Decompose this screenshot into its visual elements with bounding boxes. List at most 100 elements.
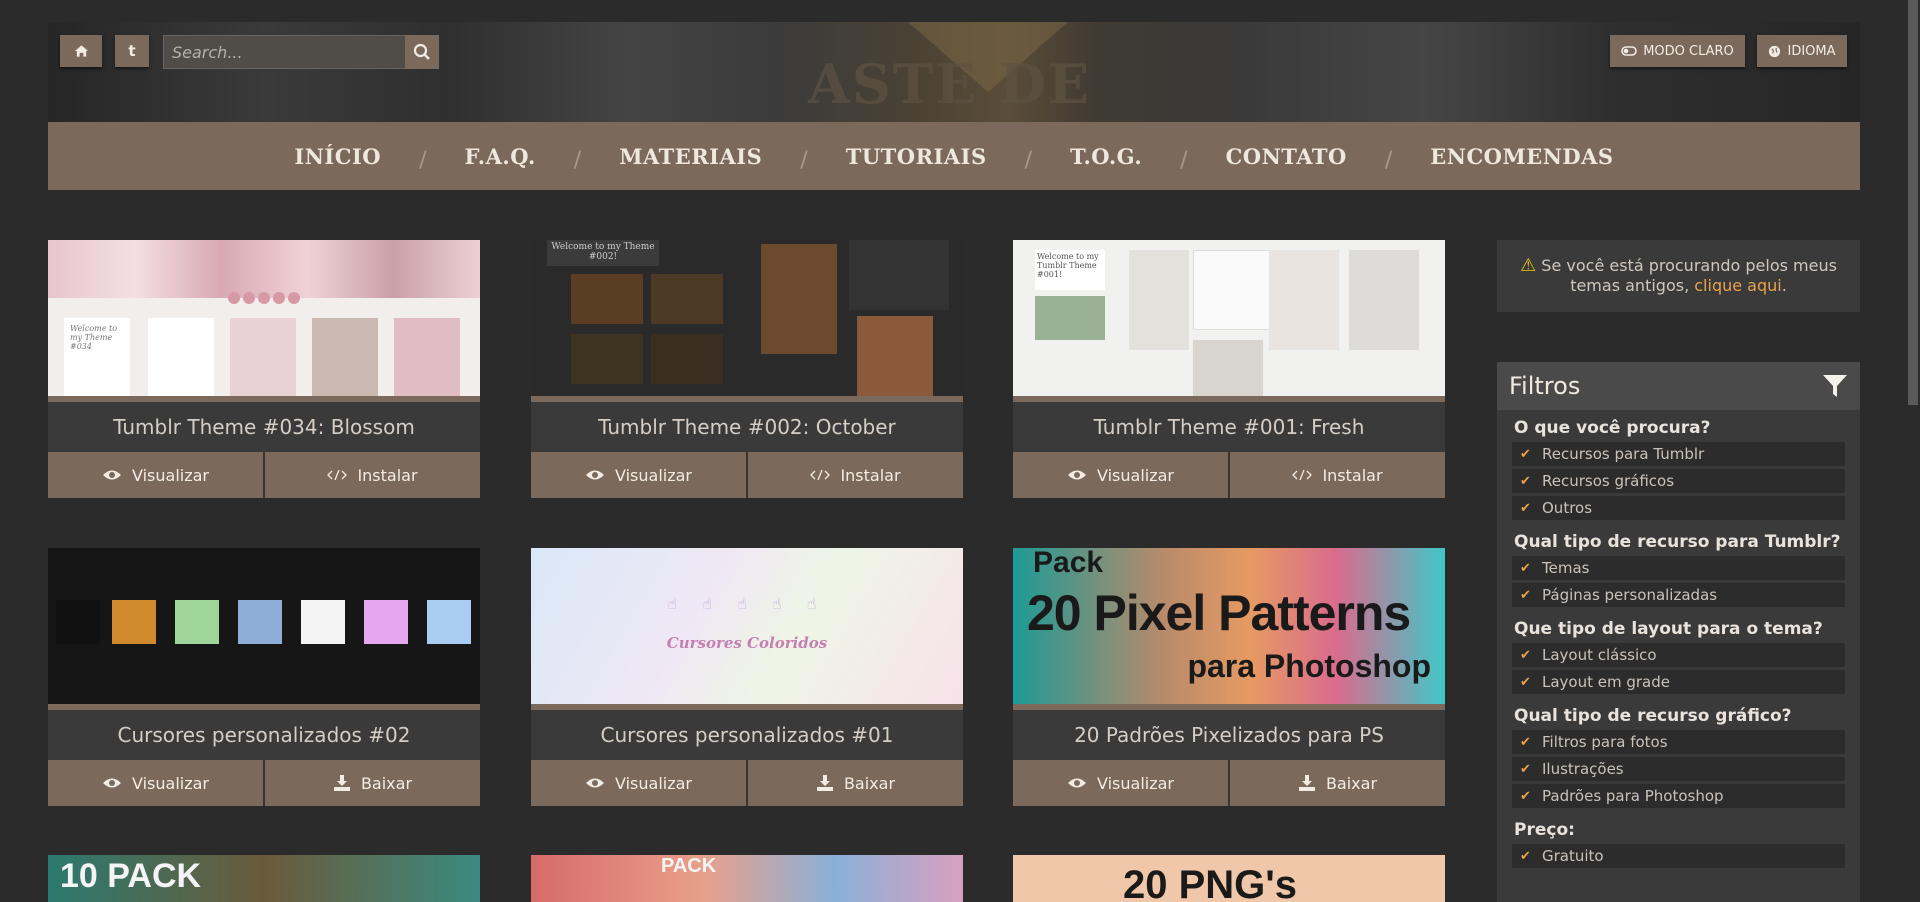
view-button[interactable]: Visualizar <box>531 760 746 806</box>
product-card: Cursores personalizados #02 Visualizar B… <box>48 548 480 806</box>
search-icon <box>413 43 430 60</box>
site-logo: ASTE DE <box>808 52 1092 116</box>
card-thumbnail[interactable] <box>48 548 480 710</box>
view-button[interactable]: Visualizar <box>531 452 746 498</box>
nav-item-tutoriais[interactable]: TUTORIAIS <box>846 144 987 169</box>
filter-option[interactable]: ✔ Gratuito <box>1512 844 1845 868</box>
download-button[interactable]: Baixar <box>746 760 963 806</box>
eye-icon <box>586 778 604 788</box>
filter-option[interactable]: ✔ Páginas personalizadas <box>1512 583 1845 607</box>
check-icon: ✔ <box>1520 647 1531 663</box>
check-icon: ✔ <box>1520 674 1531 690</box>
page-scrollbar[interactable] <box>1906 0 1920 902</box>
filter-option[interactable]: ✔ Recursos gráficos <box>1512 469 1845 493</box>
row3-title: 20 PNG's <box>1123 863 1298 902</box>
filter-group-title: Preço: <box>1514 820 1575 840</box>
card-title: 20 Padrões Pixelizados para PS <box>1013 710 1445 760</box>
row3-title: 10 PACK <box>60 857 202 895</box>
nav-item-encomendas[interactable]: ENCOMENDAS <box>1430 144 1613 169</box>
filters-panel: Filtros O que você procura? ✔ Recursos pa… <box>1497 362 1860 902</box>
main-nav: INÍCIO / F.A.Q. / MATERIAIS / TUTORIAIS … <box>48 122 1860 190</box>
eye-icon <box>103 470 121 480</box>
card-title: Tumblr Theme #034: Blossom <box>48 402 480 452</box>
filter-option[interactable]: ✔ Recursos para Tumblr <box>1512 442 1845 466</box>
old-themes-link[interactable]: clique aqui <box>1694 276 1781 295</box>
search-input[interactable] <box>164 36 408 68</box>
code-icon <box>1292 469 1313 481</box>
nav-separator: / <box>573 147 582 173</box>
filter-option[interactable]: ✔ Filtros para fotos <box>1512 730 1845 754</box>
view-label: Visualizar <box>1097 773 1174 793</box>
filter-option-label: Layout em grade <box>1542 673 1670 691</box>
view-label: Visualizar <box>132 465 209 485</box>
nav-separator: / <box>1024 147 1033 173</box>
nav-item-tog[interactable]: T.O.G. <box>1070 144 1142 169</box>
card-thumbnail[interactable]: Welcome to my Tumblr Theme #001! <box>1013 240 1445 402</box>
nav-item-contato[interactable]: CONTATO <box>1226 144 1347 169</box>
product-card: Welcome to my Tumblr Theme #001! Tumblr … <box>1013 240 1445 498</box>
product-card: Welcome to my Theme #002! Tumblr Theme #… <box>531 240 963 498</box>
light-mode-label: MODO CLARO <box>1643 43 1734 59</box>
filter-option[interactable]: ✔ Padrões para Photoshop <box>1512 784 1845 808</box>
card-thumbnail[interactable]: Pack 20 Pixel Patterns para Photoshop <box>1013 548 1445 710</box>
filter-option[interactable]: ✔ Ilustrações <box>1512 757 1845 781</box>
view-button[interactable]: Visualizar <box>48 760 263 806</box>
filter-option[interactable]: ✔ Outros <box>1512 496 1845 520</box>
product-card: Pack 20 Pixel Patterns para Photoshop 20… <box>1013 548 1445 806</box>
row3-title: PACK <box>661 855 717 877</box>
filter-option[interactable]: ✔ Temas <box>1512 556 1845 580</box>
warning-icon: ⚠ <box>1520 255 1537 276</box>
product-card[interactable]: 20 PNG's <box>1013 855 1445 902</box>
install-button[interactable]: Instalar <box>263 452 480 498</box>
install-button[interactable]: Instalar <box>746 452 963 498</box>
fresh-welcome: Welcome to my Tumblr Theme #001! <box>1035 250 1105 290</box>
language-button[interactable]: IDIOMA <box>1757 35 1847 67</box>
view-label: Visualizar <box>1097 465 1174 485</box>
view-button[interactable]: Visualizar <box>1013 452 1228 498</box>
filter-icon <box>1823 375 1847 397</box>
notice-text-wrap: ⚠ Se você está procurando pelos meus tem… <box>1511 256 1846 296</box>
patterns-title: 20 Pixel Patterns <box>1027 585 1411 641</box>
filter-option-label: Outros <box>1542 499 1593 517</box>
product-card[interactable]: 10 PACK <box>48 855 480 902</box>
light-mode-button[interactable]: MODO CLARO <box>1610 35 1745 67</box>
patterns-subtitle: para Photoshop <box>1187 648 1431 684</box>
globe-icon <box>1769 45 1781 57</box>
toggle-icon <box>1621 46 1637 56</box>
product-card[interactable]: PACK <box>531 855 963 902</box>
home-button[interactable] <box>60 35 102 67</box>
nav-item-inicio[interactable]: INÍCIO <box>294 144 381 169</box>
tumblr-icon: t <box>128 42 136 60</box>
product-card: ☝ ☝ ☝ ☝ ☝ Cursores Coloridos Cursores pe… <box>531 548 963 806</box>
filter-group-title: Qual tipo de recurso para Tumblr? <box>1514 532 1841 552</box>
check-icon: ✔ <box>1520 848 1531 864</box>
download-button[interactable]: Baixar <box>263 760 480 806</box>
filter-option[interactable]: ✔ Layout clássico <box>1512 643 1845 667</box>
card-actions: Visualizar Instalar <box>531 452 963 498</box>
check-icon: ✔ <box>1520 560 1531 576</box>
filters-header: Filtros <box>1497 362 1860 410</box>
card-title: Tumblr Theme #002: October <box>531 402 963 452</box>
filter-group-title: O que você procura? <box>1514 418 1711 438</box>
download-label: Baixar <box>1325 773 1378 793</box>
view-button[interactable]: Visualizar <box>48 452 263 498</box>
search-button[interactable] <box>405 35 439 69</box>
nav-item-faq[interactable]: F.A.Q. <box>465 144 536 169</box>
install-button[interactable]: Instalar <box>1228 452 1445 498</box>
cursors-title: Cursores Coloridos <box>666 634 828 652</box>
filter-option-label: Recursos gráficos <box>1542 472 1675 490</box>
header-banner: ASTE DE t MODO CLARO IDIOMA <box>48 22 1860 122</box>
product-card: Welcome to my Theme #034 Tumblr Theme #0… <box>48 240 480 498</box>
filter-option-label: Recursos para Tumblr <box>1542 445 1705 463</box>
nav-item-materiais[interactable]: MATERIAIS <box>619 144 762 169</box>
card-thumbnail[interactable]: Welcome to my Theme #034 <box>48 240 480 402</box>
tumblr-button[interactable]: t <box>115 35 149 67</box>
card-thumbnail[interactable]: ☝ ☝ ☝ ☝ ☝ Cursores Coloridos <box>531 548 963 710</box>
download-icon <box>333 775 350 791</box>
view-button[interactable]: Visualizar <box>1013 760 1228 806</box>
card-thumbnail[interactable]: Welcome to my Theme #002! <box>531 240 963 402</box>
scrollbar-thumb[interactable] <box>1908 0 1918 405</box>
download-button[interactable]: Baixar <box>1228 760 1445 806</box>
filter-option[interactable]: ✔ Layout em grade <box>1512 670 1845 694</box>
filter-option-label: Layout clássico <box>1542 646 1657 664</box>
